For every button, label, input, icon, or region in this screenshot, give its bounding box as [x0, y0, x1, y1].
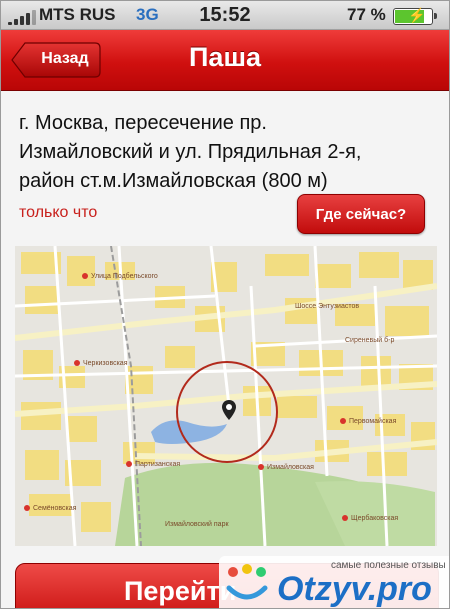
map-label: Измайловский парк — [165, 520, 229, 528]
location-map[interactable]: Улица Подбельского Черкизовская Семёновс… — [15, 246, 437, 546]
map-label: Партизанская — [135, 461, 180, 468]
watermark: самые полезные отзывы Otzyv.pro — [219, 556, 449, 608]
charging-bolt-icon: ⚡ — [408, 7, 426, 23]
navigation-bar: Назад Паша — [1, 30, 449, 91]
map-label: Измайловская — [267, 463, 314, 471]
map-label: Сиреневый б-р — [345, 336, 394, 344]
address-line: г. Москва, пересечение пр. — [19, 112, 267, 134]
smiley-emblem-icon — [226, 564, 268, 600]
contact-name-title: Паша — [189, 42, 261, 72]
watermark-brand: Otzyv.pro — [277, 570, 432, 608]
map-label: Улица Подбельского — [91, 272, 158, 280]
map-label: Шоссе Энтузиастов — [295, 303, 359, 310]
map-label: Черкизовская — [83, 360, 128, 367]
location-pin-icon[interactable] — [222, 400, 236, 420]
address-line: Измайловский и ул. Прядильная 2-я, — [19, 141, 362, 163]
battery-percent: 77 % — [347, 5, 386, 24]
map-label: Семёновская — [33, 505, 77, 512]
address-line: район ст.м.Измайловская (800 м) — [19, 170, 328, 192]
map-label: Щербаковская — [351, 514, 398, 522]
battery-tip — [434, 13, 437, 19]
location-address: г. Москва, пересечение пр. Измайловский … — [19, 109, 439, 196]
map-label: Первомайская — [349, 417, 397, 425]
status-bar: MTS RUS 3G 15:52 77 % ⚡ — [1, 1, 449, 30]
iphone-screen: MTS RUS 3G 15:52 77 % ⚡ Назад Паша г. Мо… — [0, 0, 450, 609]
last-seen-time: только что — [19, 204, 98, 221]
battery-icon: ⚡ — [393, 7, 437, 25]
map-canvas: Улица Подбельского Черкизовская Семёновс… — [15, 246, 437, 546]
where-now-button[interactable]: Где сейчас? — [297, 194, 425, 234]
